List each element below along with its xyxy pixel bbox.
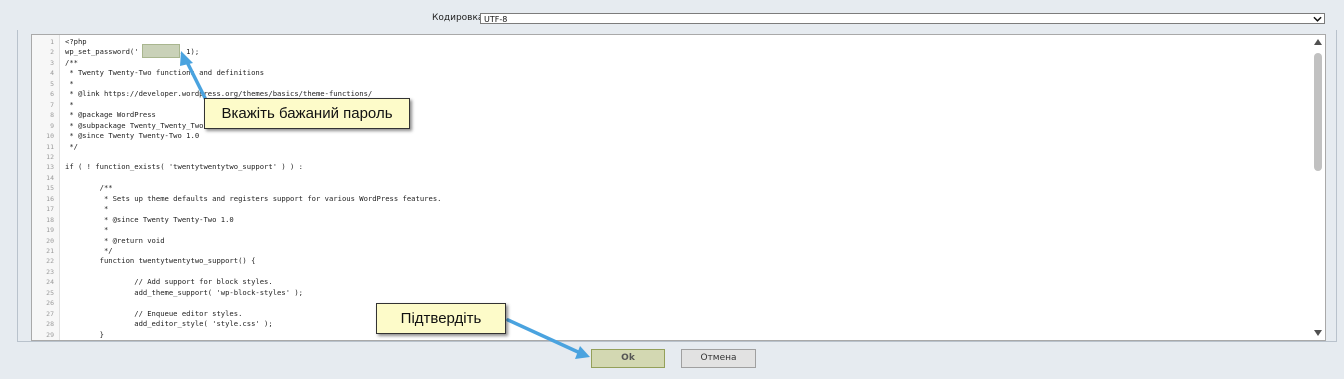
arrow-to-password-head: [180, 51, 193, 66]
password-hint-callout: Вкажіть бажаний пароль: [204, 98, 410, 129]
arrow-to-ok: [506, 318, 580, 354]
annotation-arrows: [180, 51, 590, 359]
confirm-hint-callout: Підтвердіть: [376, 303, 506, 334]
ok-button[interactable]: Ok: [591, 349, 665, 368]
cancel-button[interactable]: Отмена: [681, 349, 756, 368]
